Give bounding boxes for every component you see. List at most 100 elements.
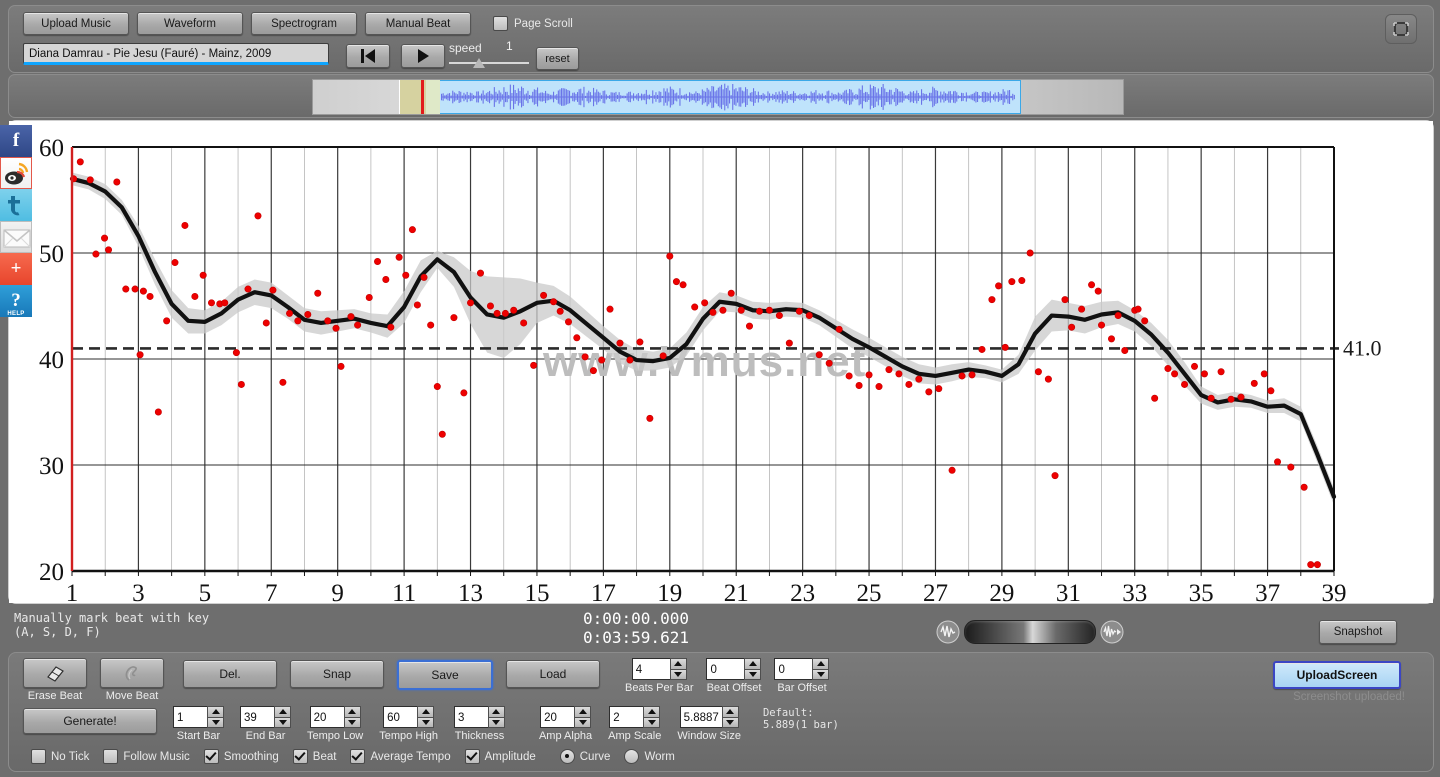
amp-scale-input[interactable]: 2 (609, 706, 644, 728)
snapshot-button[interactable]: Snapshot (1319, 620, 1397, 644)
curve-group: Curve (559, 749, 610, 764)
speed-slider-track[interactable] (449, 62, 529, 64)
tempo-low-up[interactable] (343, 706, 361, 717)
rewind-button[interactable] (346, 44, 390, 68)
end-bar-input[interactable]: 39 (240, 706, 274, 728)
beat-offset-up[interactable] (744, 658, 762, 669)
reload-icon[interactable] (1385, 14, 1417, 44)
page-scroll-group: Page Scroll (493, 16, 573, 31)
x-tick-label: 29 (989, 580, 1014, 603)
follow-music-checkbox[interactable] (103, 749, 119, 764)
move-beat-button[interactable] (100, 658, 164, 688)
start-bar-down[interactable] (207, 716, 224, 728)
snap-button[interactable]: Snap (290, 660, 384, 688)
upload-screen-button[interactable]: UploadScreen (1273, 661, 1401, 689)
generate-button[interactable]: Generate! (23, 708, 157, 734)
amp-scale-down[interactable] (643, 716, 661, 728)
amp-alpha-up[interactable] (574, 706, 592, 717)
end-bar-down[interactable] (274, 716, 291, 728)
load-button[interactable]: Load (506, 660, 600, 688)
tempo-low-spinner: 20 Tempo Low (307, 706, 363, 742)
spectrogram-button[interactable]: Spectrogram (251, 12, 357, 35)
no-tick-checkbox[interactable] (31, 749, 46, 764)
bar-offset-row: 0 (774, 658, 830, 680)
waveform-playhead[interactable] (421, 80, 424, 114)
upload-music-button[interactable]: Upload Music (23, 12, 129, 35)
play-button[interactable] (401, 44, 445, 68)
plus-glyph: + (10, 258, 22, 279)
bar-offset-input[interactable]: 0 (774, 658, 813, 680)
weibo-icon[interactable] (0, 157, 32, 189)
thickness-down[interactable] (487, 716, 505, 728)
window-size-down[interactable] (721, 716, 739, 728)
worm-radio[interactable] (624, 749, 640, 764)
amp-scale-up[interactable] (643, 706, 661, 717)
facebook-icon[interactable]: f (0, 125, 32, 157)
volume-low-icon (936, 620, 960, 644)
erase-beat-button[interactable] (23, 658, 87, 688)
x-tick-label: 35 (1189, 580, 1214, 603)
track-title-field[interactable]: Diana Damrau - Pie Jesu (Fauré) - Mainz,… (23, 43, 329, 65)
help-icon[interactable]: ? HELP (0, 285, 32, 317)
manual-beat-hint: Manually mark beat with key (A, S, D, F) (14, 611, 209, 639)
window-size-up[interactable] (721, 706, 739, 717)
tempo-high-spinner: 60 Tempo High (379, 706, 438, 742)
tempo-high-input[interactable]: 60 (383, 706, 418, 728)
waveform-button[interactable]: Waveform (137, 12, 243, 35)
start-bar-up[interactable] (207, 706, 224, 717)
volume-slider[interactable] (964, 620, 1096, 644)
beats-per-bar-input[interactable]: 4 (631, 658, 670, 680)
hand-icon (125, 666, 137, 681)
chevron-up-icon (492, 709, 501, 715)
x-tick-label: 19 (657, 580, 682, 603)
beat-checkbox[interactable] (292, 749, 308, 764)
amp-alpha-input[interactable]: 20 (540, 706, 575, 728)
tempo-high-down[interactable] (417, 716, 435, 728)
smoothing-checkbox[interactable] (203, 749, 219, 764)
amp-alpha-down[interactable] (574, 716, 592, 728)
end-bar-up[interactable] (274, 706, 291, 717)
waveform-overview-strip (8, 74, 1434, 118)
x-tick-label: 13 (458, 580, 483, 603)
bar-offset-down[interactable] (812, 668, 830, 680)
tempo-low-input[interactable]: 20 (309, 706, 344, 728)
chevron-up-icon (674, 661, 683, 667)
x-tick-label: 37 (1255, 580, 1280, 603)
average-tempo-checkbox[interactable] (350, 749, 366, 764)
x-tick-label: 39 (1322, 580, 1347, 603)
waveform-track[interactable] (312, 79, 1124, 115)
start-bar-input[interactable]: 1 (173, 706, 207, 728)
amp-scale-caption: Amp Scale (608, 730, 662, 742)
follow-music-label: Follow Music (123, 750, 190, 763)
email-icon[interactable] (0, 221, 32, 253)
del-button[interactable]: Del. (183, 660, 277, 688)
beat-offset-input[interactable]: 0 (706, 658, 745, 680)
tempo-high-up[interactable] (417, 706, 435, 717)
smoothing-label: Smoothing (223, 750, 279, 763)
page-scroll-checkbox[interactable] (493, 16, 508, 31)
average-tempo-label: 41.0 (1343, 335, 1382, 360)
tempo-low-down[interactable] (343, 716, 361, 728)
volume-control[interactable] (936, 620, 1124, 644)
manual-beat-button[interactable]: Manual Beat (365, 12, 471, 35)
window-size-input[interactable]: 5.8887 (679, 706, 722, 728)
beat-offset-down[interactable] (744, 668, 762, 680)
bar-offset-caption: Bar Offset (777, 682, 827, 694)
speed-slider-knob[interactable] (473, 58, 485, 68)
tempo-chart-svg[interactable]: www.Vmus.net 41.020304050601 3 5 7 9 11 13 15 17 1… (9, 121, 1433, 603)
amplitude-checkbox[interactable] (464, 749, 480, 764)
beats-per-bar-down[interactable] (669, 668, 687, 680)
thickness-input[interactable]: 3 (453, 706, 488, 728)
beats-per-bar-up[interactable] (669, 658, 687, 669)
chevron-up-icon (348, 709, 357, 715)
move-beat-group: Move Beat (100, 658, 164, 702)
beat-offset-row: 0 (706, 658, 762, 680)
thickness-up[interactable] (487, 706, 505, 717)
status-strip: Manually mark beat with key (A, S, D, F)… (8, 606, 1432, 652)
plus-share-icon[interactable]: + (0, 253, 32, 285)
reset-speed-button[interactable]: reset (536, 47, 579, 70)
curve-radio[interactable] (559, 749, 575, 764)
bar-offset-up[interactable] (812, 658, 830, 669)
twitter-icon[interactable] (0, 189, 32, 221)
save-button[interactable]: Save (397, 660, 493, 690)
